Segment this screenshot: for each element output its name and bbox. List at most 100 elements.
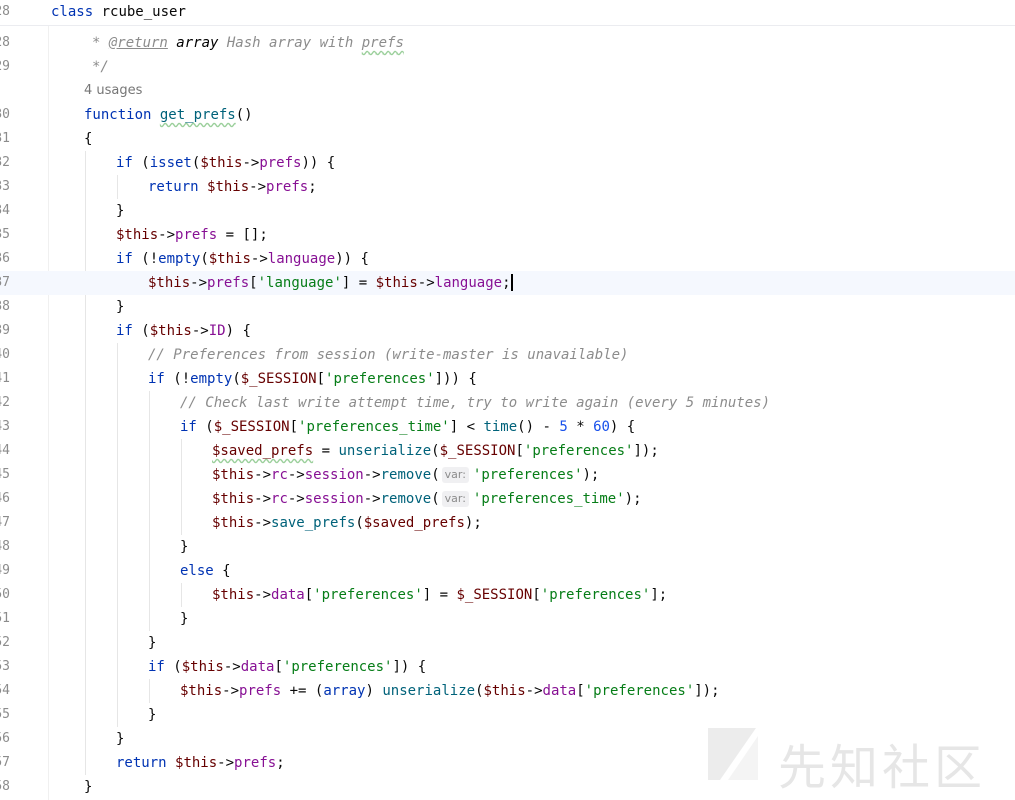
- code-line[interactable]: 35 $this->prefs = [];: [0, 223, 1015, 247]
- line-number: 47: [0, 515, 10, 530]
- code-text: }: [116, 203, 125, 219]
- code-token: ->: [417, 275, 435, 291]
- code-token: [: [249, 275, 258, 291]
- code-line[interactable]: 36 if (!empty($this->language)) {: [0, 247, 1015, 271]
- current-line[interactable]: 37 $this->prefs['language'] = $this->lan…: [0, 271, 1015, 295]
- line-number: 29: [0, 59, 10, 74]
- code-line[interactable]: 32 if (isset($this->prefs)) {: [0, 151, 1015, 175]
- keyword: function: [84, 107, 152, 123]
- line-number: 44: [0, 443, 10, 458]
- code-text: return $this->prefs;: [116, 751, 285, 775]
- code-text: if ($this->data['preferences']) {: [148, 655, 426, 679]
- keyword: return: [148, 179, 199, 195]
- function-name[interactable]: get_prefs: [160, 107, 236, 123]
- number-literal: 5: [559, 419, 568, 435]
- this-variable: $this: [212, 491, 255, 507]
- code-line[interactable]: 49 else {: [0, 559, 1015, 583]
- code-text: }: [148, 707, 157, 723]
- code-line[interactable]: 46 $this->rc->session->remove(var:'prefe…: [0, 487, 1015, 511]
- code-token: (: [431, 491, 440, 507]
- line-number: 37: [0, 275, 10, 290]
- code-token: += (: [281, 683, 324, 699]
- code-text: }: [180, 539, 189, 555]
- code-token: [: [274, 659, 283, 675]
- code-line[interactable]: 48 }: [0, 535, 1015, 559]
- function-name: empty: [158, 251, 201, 267]
- code-text: }: [180, 611, 189, 627]
- code-line[interactable]: 58 }: [0, 775, 1015, 799]
- code-line[interactable]: 4 usages: [0, 79, 1015, 103]
- keyword: if: [148, 659, 165, 675]
- code-line[interactable]: 56 }: [0, 727, 1015, 751]
- function-name: unserialize: [382, 683, 476, 699]
- code-line[interactable]: 38 }: [0, 295, 1015, 319]
- code-token: ])) {: [434, 371, 477, 387]
- code-token: ->: [217, 755, 235, 771]
- property: language: [267, 251, 336, 267]
- code-token: (!: [132, 251, 159, 267]
- line-number: 32: [0, 155, 10, 170]
- code-line[interactable]: 41 if (!empty($_SESSION['preferences']))…: [0, 367, 1015, 391]
- code-text: $this->prefs += (array) unserialize($thi…: [180, 679, 720, 703]
- code-line[interactable]: 29 */: [0, 55, 1015, 79]
- keyword: class: [51, 4, 94, 20]
- code-line[interactable]: 50 $this->data['preferences'] = $_SESSIO…: [0, 583, 1015, 607]
- line-number: 58: [0, 779, 10, 794]
- code-line[interactable]: 43 if ($_SESSION['preferences_time'] < t…: [0, 415, 1015, 439]
- line-number: 31: [0, 131, 10, 146]
- code-line[interactable]: 34 }: [0, 199, 1015, 223]
- code-token: ] =: [341, 275, 376, 291]
- function-name: isset: [149, 155, 192, 171]
- code-line[interactable]: 45 $this->rc->session->remove(var:'prefe…: [0, 463, 1015, 487]
- keyword: if: [116, 251, 133, 267]
- code-line[interactable]: 33 return $this->prefs;: [0, 175, 1015, 199]
- this-variable: $this: [181, 659, 224, 675]
- line-number: 51: [0, 611, 10, 626]
- code-token: ->: [254, 491, 272, 507]
- code-token: = [];: [217, 227, 268, 243]
- property: prefs: [259, 155, 302, 171]
- usages-link[interactable]: 4 usages: [84, 79, 142, 103]
- code-token: [: [304, 587, 314, 603]
- code-line[interactable]: 40 // Preferences from session (write-ma…: [0, 343, 1015, 367]
- keyword: if: [180, 419, 197, 435]
- function-name: unserialize: [338, 443, 432, 459]
- line-number: 35: [0, 227, 10, 242]
- code-line[interactable]: 57 return $this->prefs;: [0, 751, 1015, 775]
- string-literal: 'language': [257, 275, 342, 291]
- code-text: if ($_SESSION['preferences_time'] < time…: [180, 415, 635, 439]
- code-line[interactable]: 53 if ($this->data['preferences']) {: [0, 655, 1015, 679]
- this-variable: $this: [212, 587, 255, 603]
- code-token: (: [196, 419, 214, 435]
- code-line[interactable]: 31 {: [0, 127, 1015, 151]
- code-line[interactable]: 44 $saved_prefs = unserialize($_SESSION[…: [0, 439, 1015, 463]
- code-text: if (!empty($this->language)) {: [116, 247, 369, 271]
- code-token: [: [576, 683, 585, 699]
- code-line[interactable]: 28 * @return array Hash array with prefs: [0, 31, 1015, 55]
- line-number: 50: [0, 587, 10, 602]
- code-line[interactable]: 52 }: [0, 631, 1015, 655]
- class-declaration[interactable]: class rcube_user: [51, 0, 186, 24]
- string-literal: 'preferences_time': [298, 419, 450, 435]
- keyword: if: [116, 323, 133, 339]
- property: data: [271, 587, 305, 603]
- code-line[interactable]: 55 }: [0, 703, 1015, 727]
- line-number: 53: [0, 659, 10, 674]
- code-line[interactable]: 42 // Check last write attempt time, try…: [0, 391, 1015, 415]
- code-line[interactable]: 54 $this->prefs += (array) unserialize($…: [0, 679, 1015, 703]
- code-line[interactable]: 47 $this->save_prefs($saved_prefs);: [0, 511, 1015, 535]
- sticky-class-header[interactable]: 28 class rcube_user: [0, 0, 1015, 26]
- line-number: 56: [0, 731, 10, 746]
- code-token: ];: [650, 587, 668, 603]
- code-line[interactable]: 30 function get_prefs(): [0, 103, 1015, 127]
- code-line[interactable]: 51 }: [0, 607, 1015, 631]
- local-variable: $saved_prefs: [212, 443, 314, 459]
- code-token: ->: [191, 323, 209, 339]
- code-line[interactable]: 39 if ($this->ID) {: [0, 319, 1015, 343]
- code-token: (: [431, 443, 440, 459]
- string-literal: 'preferences': [325, 371, 435, 387]
- code-text: $this->rc->session->remove(var:'preferen…: [212, 487, 642, 511]
- line-number: 46: [0, 491, 10, 506]
- code-token: (: [431, 467, 440, 483]
